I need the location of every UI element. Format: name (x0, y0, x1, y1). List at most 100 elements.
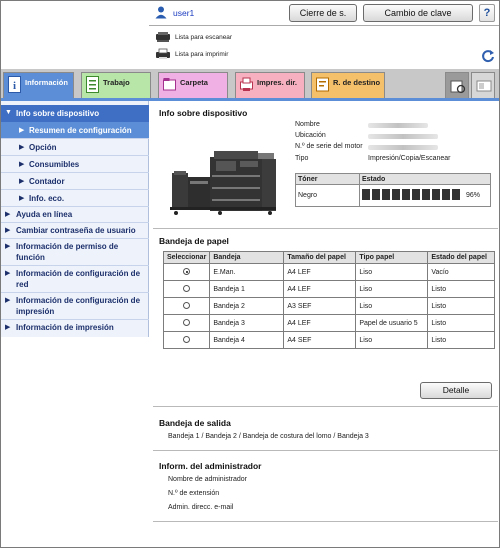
sidebar-item-label: Información de impresión (16, 323, 114, 332)
paper-size: A4 LEF (283, 314, 357, 332)
tray-radio[interactable] (183, 302, 191, 310)
paper-size: A3 SEF (283, 297, 357, 315)
sidebar-divider (1, 265, 149, 266)
toner-segment (432, 189, 440, 200)
tab-job[interactable]: Trabajo (81, 72, 151, 99)
tray-radio[interactable] (183, 336, 191, 344)
sidebar-head-label: Info sobre dispositivo (16, 109, 100, 118)
tray-radio[interactable] (183, 319, 191, 327)
paper-size: A4 SEF (283, 331, 357, 349)
tab-direct-print-label: Impres. dir. (257, 78, 298, 87)
device-info-title: Info sobre dispositivo (159, 108, 248, 118)
tab-information[interactable]: i Información (3, 72, 74, 100)
toner-segment (402, 189, 410, 200)
sidebar-divider (1, 206, 149, 207)
paper-type: Papel de usuario 5 (355, 314, 429, 332)
sidebar-divider (1, 319, 149, 320)
col-paper-type: Tipo papel (355, 251, 429, 264)
tab-job-label: Trabajo (103, 78, 130, 87)
main-tab-bar: i Información Trabajo Carpeta Impres. di… (1, 69, 499, 100)
device-location-value-redacted (368, 134, 438, 139)
output-tray-title: Bandeja de salida (159, 418, 231, 428)
tab-device-view[interactable] (445, 72, 469, 99)
tray-radio[interactable] (183, 268, 191, 276)
toner-segment (372, 189, 380, 200)
paper-type: Liso (355, 263, 429, 281)
toner-segment (392, 189, 400, 200)
sidebar-item-option[interactable]: ▶ Opción (1, 139, 149, 155)
toner-segment (412, 189, 420, 200)
paper-type: Liso (355, 280, 429, 298)
info-icon: i (8, 76, 21, 93)
sidebar-head-device-info[interactable]: ▼ Info sobre dispositivo (1, 105, 149, 122)
sidebar-item-label: Información de permiso de función (16, 242, 119, 262)
admin-email-label: Admin. direcc. e-mail (168, 504, 234, 511)
sidebar: ▼ Info sobre dispositivo ▶ Resumen de co… (1, 101, 149, 337)
tray-name: Bandeja 1 (209, 280, 285, 298)
panel-view-icon (476, 80, 492, 92)
device-type-value: Impresión/Copia/Escanear (368, 155, 451, 162)
toner-percent: 96% (465, 192, 480, 200)
engine-serial-label: N.º de serie del motor (295, 143, 363, 150)
tab-address-book[interactable]: R. de destino (311, 72, 385, 99)
table-row[interactable]: E.Man. A4 LEF Liso Vacío (162, 263, 495, 281)
tab-panel-view[interactable] (471, 72, 495, 99)
triangle-right-icon: ▶ (5, 243, 11, 250)
help-icon[interactable]: ? (479, 4, 495, 22)
tab-address-book-label: R. de destino (333, 78, 381, 87)
table-row[interactable]: Bandeja 2 A3 SEF Liso Listo (162, 297, 495, 315)
user-name[interactable]: user1 (173, 8, 194, 18)
col-paper-size: Tamaño del papel (283, 251, 357, 264)
paper-size: A4 LEF (283, 280, 357, 298)
paper-size: A4 LEF (283, 263, 357, 281)
output-tray-value: Bandeja 1 / Bandeja 2 / Bandeja de costu… (168, 433, 369, 440)
sidebar-item-label: Opción (29, 143, 57, 152)
sidebar-divider (1, 222, 149, 223)
toner-segment (362, 189, 370, 200)
logout-button[interactable]: Cierre de s. (289, 4, 357, 22)
device-location-label: Ubicación (295, 132, 326, 139)
device-view-icon (450, 80, 466, 94)
sidebar-item-eco-info[interactable]: ▶ Info. eco. (1, 190, 149, 206)
toner-segment (382, 189, 390, 200)
paper-status: Listo (427, 314, 495, 332)
sidebar-item-label: Contador (29, 177, 65, 186)
toner-table: Tóner Estado Negro 96% (295, 173, 491, 207)
refresh-icon[interactable] (481, 49, 495, 63)
address-book-icon (316, 77, 329, 92)
main-content: Info sobre dispositivo Nombre Ubicación … (150, 101, 498, 547)
toner-name: Negro (295, 184, 360, 207)
triangle-right-icon: ▶ (5, 297, 11, 304)
triangle-right-icon: ▶ (19, 161, 25, 168)
sidebar-item-label: Info. eco. (29, 194, 65, 203)
triangle-right-icon: ▶ (5, 211, 11, 218)
sidebar-item-counter[interactable]: ▶ Contador (1, 173, 149, 189)
section-divider (153, 521, 498, 522)
sidebar-item-config-summary[interactable]: ▶ Resumen de configuración (1, 122, 149, 138)
scan-list-label: Lista para escanear (175, 34, 233, 41)
select-cell (162, 297, 211, 315)
tab-direct-print[interactable]: Impres. dir. (235, 72, 305, 99)
sidebar-item-consumables[interactable]: ▶ Consumibles (1, 156, 149, 172)
table-row[interactable]: Bandeja 4 A4 SEF Liso Listo (162, 331, 495, 349)
change-password-button[interactable]: Cambio de clave (363, 4, 473, 22)
table-row[interactable]: Bandeja 1 A4 LEF Liso Listo (162, 280, 495, 298)
select-cell (162, 263, 211, 281)
sidebar-divider (1, 292, 149, 293)
admin-info-title: Inform. del administrador (159, 461, 262, 471)
toner-segment (452, 189, 460, 200)
detail-button[interactable]: Detalle (420, 382, 492, 399)
table-row[interactable]: Bandeja 3 A4 LEF Papel de usuario 5 Listo (162, 314, 495, 332)
sidebar-item-label: Cambiar contraseña de usuario (16, 226, 136, 235)
sidebar-item-label: Ayuda en línea (16, 210, 73, 219)
user-icon (155, 6, 167, 19)
paper-type: Liso (355, 331, 429, 349)
printer-icon (156, 48, 170, 59)
paper-status: Listo (427, 297, 495, 315)
tray-name: Bandeja 3 (209, 314, 285, 332)
device-name-value-redacted (368, 123, 428, 128)
tab-box[interactable]: Carpeta (158, 72, 228, 99)
sidebar-divider (1, 238, 149, 239)
tray-radio[interactable] (183, 285, 191, 293)
paper-tray-body: E.Man. A4 LEF Liso Vacío Bandeja 1 A4 LEF Liso… (162, 263, 495, 349)
